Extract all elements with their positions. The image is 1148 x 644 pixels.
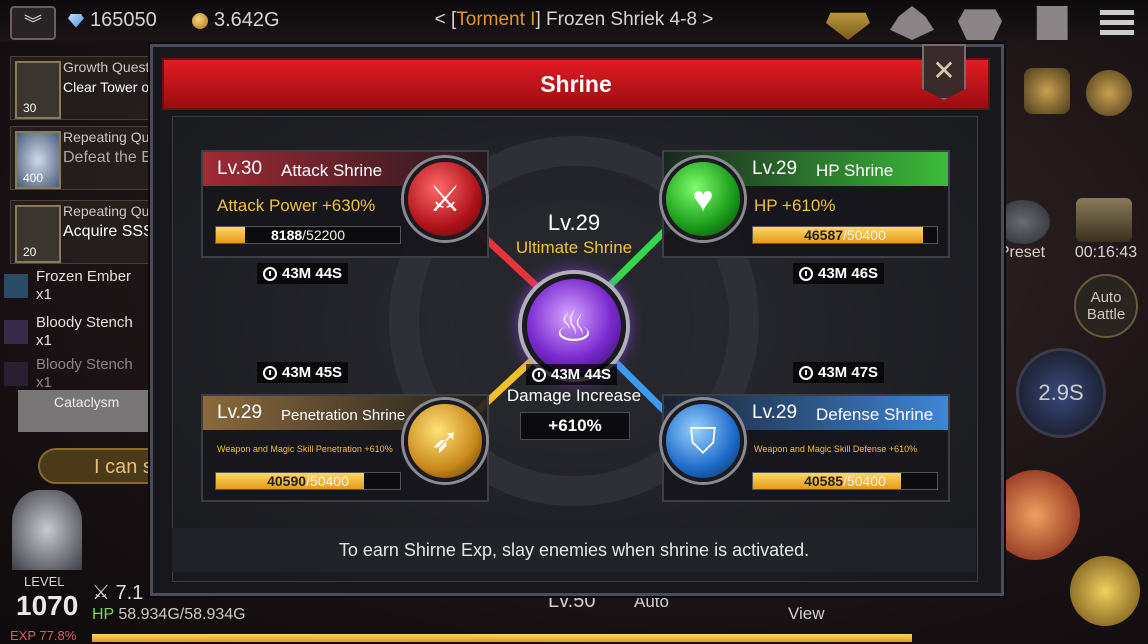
- hp-timer: 43M 46S: [793, 263, 885, 284]
- dialog-title: Shrine: [540, 70, 612, 97]
- skill-cooldown-button[interactable]: 2.9S: [1016, 348, 1106, 438]
- drop-item-bloody-stench-1: Bloody Stench x1: [0, 314, 150, 354]
- hp-exp-bar: 46587/50400: [752, 226, 938, 244]
- attack-exp-bar: 8188/52200: [215, 226, 401, 244]
- hp-shrine-orb[interactable]: ♥: [662, 158, 744, 240]
- dialog-footer: To earn Shirne Exp, slay enemies when sh…: [172, 528, 976, 572]
- armor-icon[interactable]: [958, 9, 1002, 40]
- heart-icon: ♥: [692, 178, 714, 219]
- auto-battle-button[interactable]: Auto Battle: [1074, 274, 1138, 338]
- snowflake-icon: [4, 274, 28, 298]
- item-icon: [4, 362, 28, 386]
- chest-timer: 00:16:43: [1074, 244, 1138, 261]
- player-avatar[interactable]: [12, 490, 82, 570]
- exp-bar: [92, 634, 912, 642]
- shrine-icon[interactable]: [1024, 68, 1070, 114]
- attack-timer: 43M 44S: [257, 263, 349, 284]
- portal-icon[interactable]: [1086, 70, 1132, 116]
- defense-shrine-orb[interactable]: ⛉: [662, 400, 744, 482]
- timer-icon: [263, 365, 277, 380]
- item-icon: [4, 320, 28, 344]
- timer-icon: [532, 367, 546, 382]
- menu-icon[interactable]: [1100, 10, 1134, 36]
- ultimate-timer: 43M 44S: [526, 364, 618, 385]
- timer-icon: [263, 266, 277, 281]
- timer-icon: [799, 365, 813, 380]
- exp-bar-fill: [92, 634, 912, 642]
- spear-icon: ➶: [430, 422, 460, 460]
- defense-exp-bar: 40585/50400: [752, 472, 938, 490]
- ultimate-level: Lv.29: [547, 210, 601, 235]
- combat-power: ⚔ 7.1: [92, 582, 144, 604]
- hp-text: HP 58.934G/58.934G: [92, 606, 246, 623]
- timer-icon: [799, 266, 813, 281]
- close-icon: ✕: [932, 55, 956, 86]
- diamond-quest-icon: 400: [15, 131, 61, 189]
- ultimate-stat-name: Damage Increase: [506, 386, 642, 405]
- shield-icon: ⛉: [689, 419, 717, 461]
- chat-bubble[interactable]: I can s: [38, 448, 158, 484]
- preset-icon[interactable]: [996, 200, 1050, 244]
- crossed-swords-icon: ⚔: [428, 178, 462, 219]
- quest-item-repeating-1[interactable]: 400 Repeating Ques Defeat the E: [10, 126, 172, 190]
- drop-item-frozen-ember: Frozen Ember x1: [0, 268, 150, 308]
- quest-icon: 20: [15, 205, 61, 263]
- swords-icon: ⚔: [92, 582, 116, 604]
- penetration-exp-bar: 40590/50400: [215, 472, 401, 490]
- quest-item-growth[interactable]: 30 Growth Quest Clear Tower of: [10, 56, 172, 120]
- chest-icon[interactable]: [1076, 198, 1132, 242]
- dialog-header: Shrine: [162, 58, 990, 110]
- flame-icon: ♨: [554, 301, 594, 351]
- defense-timer: 43M 47S: [793, 362, 885, 383]
- close-button[interactable]: ✕: [922, 44, 966, 100]
- view-button[interactable]: View: [788, 604, 825, 624]
- ultimate-shrine-orb[interactable]: ♨: [522, 274, 626, 378]
- quest-item-repeating-2[interactable]: 20 Repeating Ques Acquire SSS: [10, 200, 172, 264]
- ultimate-stat-value: +610%: [520, 412, 630, 440]
- penetration-timer: 43M 45S: [257, 362, 349, 383]
- skill-dash-icon[interactable]: [1070, 556, 1140, 626]
- penetration-shrine-orb[interactable]: ➶: [404, 400, 486, 482]
- ultimate-name: Ultimate Shrine: [515, 238, 633, 257]
- quest-icon: 30: [15, 61, 61, 119]
- cataclysm-item: Cataclysm: [18, 390, 158, 432]
